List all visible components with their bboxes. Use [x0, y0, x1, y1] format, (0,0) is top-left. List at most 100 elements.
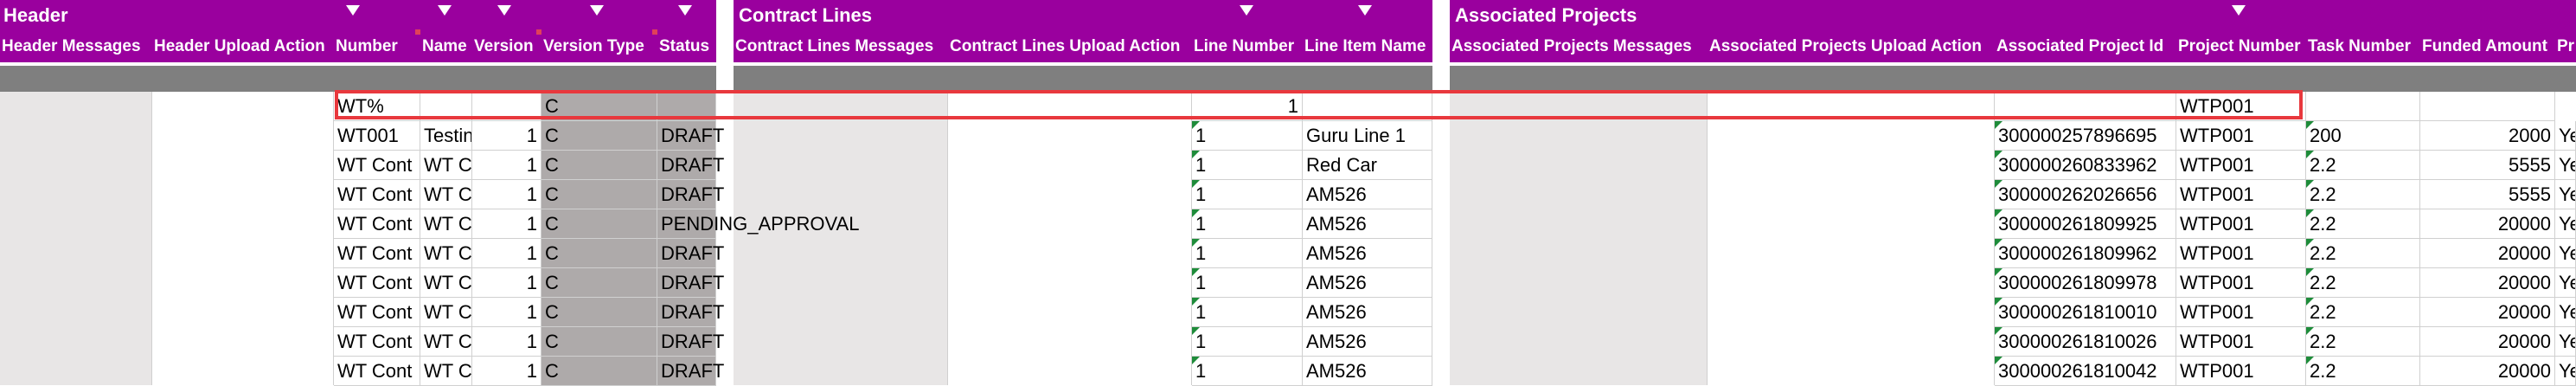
cell-name[interactable]: WT C	[420, 180, 472, 209]
cell-partial[interactable]: Ye	[2555, 268, 2576, 298]
cell-partial[interactable]: Ye	[2555, 357, 2576, 386]
cell-line-item-name[interactable]: AM526	[1303, 239, 1432, 268]
cell-task-number[interactable]: 200	[2306, 121, 2420, 151]
cell-partial[interactable]: Ye	[2555, 298, 2576, 327]
cell-name[interactable]: WT C	[420, 151, 472, 180]
cell-partial[interactable]: Ye	[2555, 121, 2576, 151]
cell-associated-project-id[interactable]: 300000261809962	[1995, 239, 2176, 268]
cell-project-number[interactable]: WTP001	[2176, 209, 2306, 239]
col-line-item-name[interactable]: Line Item Name	[1303, 31, 1432, 62]
cell-name[interactable]: WT C	[420, 268, 472, 298]
cell-status[interactable]: DRAFT	[657, 327, 724, 357]
cell-task-number[interactable]: 2.2	[2306, 209, 2420, 239]
cell-line-item-name[interactable]: AM526	[1303, 209, 1432, 239]
filter-dropdown-icon-project-number[interactable]	[2232, 5, 2246, 16]
cell-version[interactable]: 1	[472, 121, 541, 151]
cell-associated-project-id[interactable]: 300000262026656	[1995, 180, 2176, 209]
filter-dropdown-icon-status[interactable]	[678, 5, 692, 16]
cell-status[interactable]: DRAFT	[657, 298, 724, 327]
col-associated-projects-messages[interactable]: Associated Projects Messages	[1450, 31, 1708, 62]
cell-version-type[interactable]: C	[541, 151, 657, 180]
cell-version-type[interactable]: C	[541, 121, 657, 151]
cell-funded-amount[interactable]: 20000	[2420, 239, 2555, 268]
col-contract-lines-messages[interactable]: Contract Lines Messages	[734, 31, 948, 62]
cell-status[interactable]: DRAFT	[657, 180, 724, 209]
cell-version-type[interactable]: C	[541, 180, 657, 209]
col-status[interactable]: Status	[657, 31, 716, 62]
cell-line-number[interactable]: 1	[1192, 209, 1303, 239]
cell-line-number[interactable]: 1	[1192, 121, 1303, 151]
cell-associated-project-id[interactable]: 300000261810026	[1995, 327, 2176, 357]
cell-number[interactable]: WT Cont	[334, 357, 420, 386]
cell-name[interactable]: WT C	[420, 298, 472, 327]
cell-version[interactable]: 1	[472, 327, 541, 357]
cell-version-type[interactable]: C	[541, 209, 657, 239]
col-version[interactable]: Version	[472, 31, 541, 62]
filter-dropdown-icon-version[interactable]	[497, 5, 511, 16]
col-name[interactable]: Name	[420, 31, 472, 62]
col-partial[interactable]: Pr	[2555, 31, 2576, 62]
col-contract-lines-upload-action[interactable]: Contract Lines Upload Action	[948, 31, 1192, 62]
cell-funded-amount[interactable]: 5555	[2420, 151, 2555, 180]
cell-funded-amount[interactable]: 20000	[2420, 268, 2555, 298]
col-associated-projects-upload-action[interactable]: Associated Projects Upload Action	[1708, 31, 1995, 62]
cell-number[interactable]: WT Cont	[334, 327, 420, 357]
cell-project-number[interactable]: WTP001	[2176, 151, 2306, 180]
cell-status[interactable]: DRAFT	[657, 121, 724, 151]
cell-partial[interactable]: Ye	[2555, 209, 2576, 239]
cell-partial[interactable]: Ye	[2555, 180, 2576, 209]
cell-status[interactable]: DRAFT	[657, 357, 724, 386]
col-line-number[interactable]: Line Number	[1192, 31, 1303, 62]
cell-status[interactable]: DRAFT	[657, 239, 724, 268]
cell-number[interactable]: WT001	[334, 121, 420, 151]
cell-version-type[interactable]: C	[541, 268, 657, 298]
cell-funded-amount[interactable]: 2000	[2420, 121, 2555, 151]
cell-project-number[interactable]: WTP001	[2176, 357, 2306, 386]
cell-line-number[interactable]: 1	[1192, 180, 1303, 209]
cell-line-number[interactable]: 1	[1192, 239, 1303, 268]
cell-line-number[interactable]: 1	[1192, 327, 1303, 357]
cell-line-item-name[interactable]: AM526	[1303, 327, 1432, 357]
cell-funded-amount[interactable]: 20000	[2420, 357, 2555, 386]
cell-version-type[interactable]: C	[541, 239, 657, 268]
col-associated-project-id[interactable]: Associated Project Id	[1995, 31, 2176, 62]
cell-funded-amount[interactable]: 20000	[2420, 298, 2555, 327]
cell-project-number[interactable]: WTP001	[2176, 180, 2306, 209]
cell-version[interactable]: 1	[472, 239, 541, 268]
cell-name[interactable]: Testin	[420, 121, 472, 151]
cell-line-item-name[interactable]: AM526	[1303, 180, 1432, 209]
cell-project-number[interactable]: WTP001	[2176, 268, 2306, 298]
cell-funded-amount[interactable]: 20000	[2420, 209, 2555, 239]
cell-name[interactable]: WT C	[420, 239, 472, 268]
cell-partial[interactable]: Ye	[2555, 239, 2576, 268]
cell-funded-amount[interactable]: 20000	[2420, 327, 2555, 357]
cell-number[interactable]: WT Cont	[334, 298, 420, 327]
cell-status[interactable]: PENDING_APPROVAL	[657, 209, 859, 239]
cell-project-number[interactable]: WTP001	[2176, 327, 2306, 357]
cell-line-number[interactable]: 1	[1192, 151, 1303, 180]
cell-version[interactable]: 1	[472, 268, 541, 298]
col-task-number[interactable]: Task Number	[2306, 31, 2420, 62]
cell-version[interactable]: 1	[472, 209, 541, 239]
cell-number[interactable]: WT Cont	[334, 209, 420, 239]
cell-number[interactable]: WT Cont	[334, 180, 420, 209]
cell-line-item-name[interactable]: AM526	[1303, 357, 1432, 386]
cell-task-number[interactable]: 2.2	[2306, 180, 2420, 209]
cell-associated-project-id[interactable]: 300000260833962	[1995, 151, 2176, 180]
cell-project-number[interactable]: WTP001	[2176, 121, 2306, 151]
cell-name[interactable]: WT C	[420, 327, 472, 357]
col-funded-amount[interactable]: Funded Amount	[2420, 31, 2555, 62]
cell-line-item-name[interactable]: Red Car	[1303, 151, 1432, 180]
cell-version[interactable]: 1	[472, 180, 541, 209]
cell-line-item-name[interactable]: AM526	[1303, 268, 1432, 298]
cell-number[interactable]: WT Cont	[334, 268, 420, 298]
cell-task-number[interactable]: 2.2	[2306, 239, 2420, 268]
cell-partial[interactable]: Ye	[2555, 151, 2576, 180]
cell-status[interactable]: DRAFT	[657, 268, 724, 298]
cell-task-number[interactable]: 2.2	[2306, 151, 2420, 180]
cell-partial[interactable]: Ye	[2555, 327, 2576, 357]
cell-task-number[interactable]: 2.2	[2306, 327, 2420, 357]
col-header-upload-action[interactable]: Header Upload Action	[152, 31, 334, 62]
cell-associated-project-id[interactable]: 300000261809978	[1995, 268, 2176, 298]
filter-dropdown-icon-version-type[interactable]	[590, 5, 604, 16]
